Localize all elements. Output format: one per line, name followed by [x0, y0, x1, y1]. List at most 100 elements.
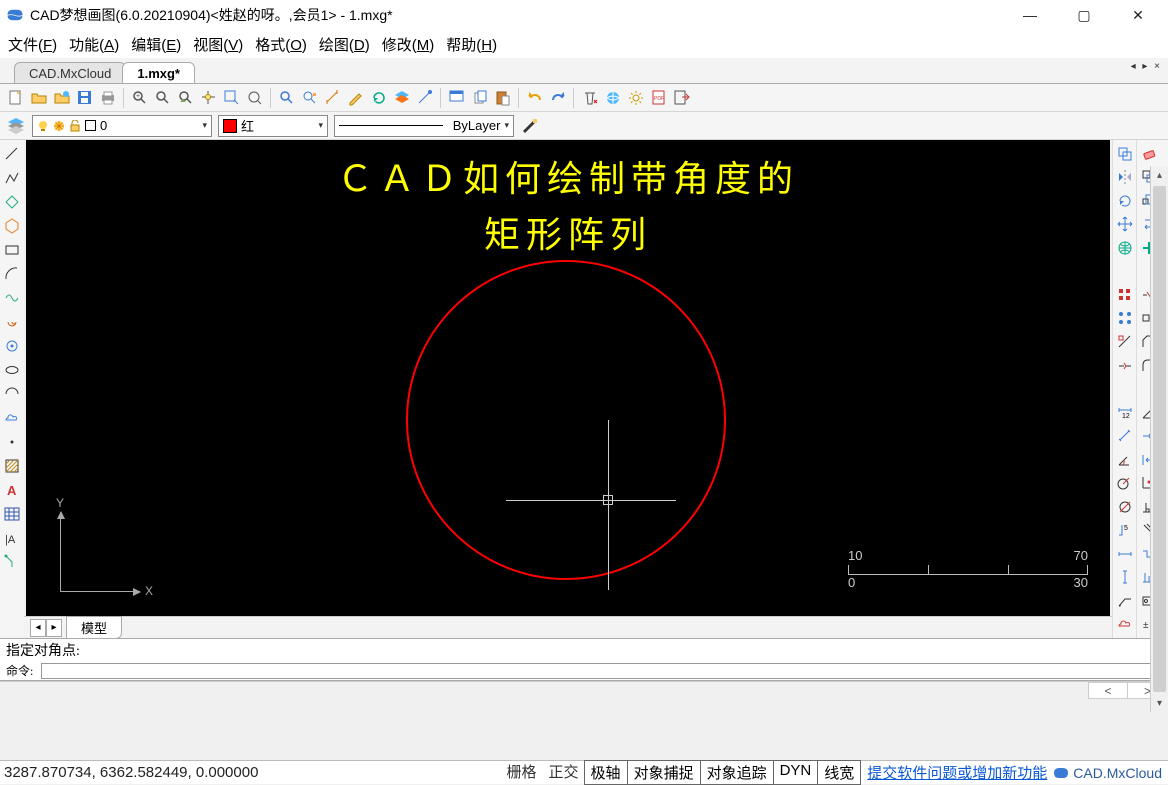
open-icon[interactable] [29, 88, 49, 108]
draw-table-icon[interactable] [2, 504, 22, 524]
mod-align-icon[interactable] [1115, 332, 1135, 352]
mod-dim-rad-icon[interactable] [1115, 473, 1135, 493]
paste-clip-icon[interactable] [493, 88, 513, 108]
model-tab[interactable]: 模型 [66, 616, 122, 639]
mod-split-icon[interactable] [1115, 356, 1135, 376]
drawing-canvas[interactable]: ＣＡＤ如何绘制带角度的 矩形阵列 X Y 1070 030 [26, 140, 1110, 616]
copy-clip-icon[interactable] [470, 88, 490, 108]
zoom-window-icon[interactable]: + [130, 88, 150, 108]
toggle-极轴[interactable]: 极轴 [584, 760, 628, 785]
menu-modify[interactable]: 修改(M) [382, 34, 435, 55]
mod-dim-dia-icon[interactable] [1115, 497, 1135, 517]
maximize-button[interactable]: ▢ [1072, 3, 1096, 27]
toggle-对象捕捉[interactable]: 对象捕捉 [627, 760, 701, 785]
edit-icon[interactable] [346, 88, 366, 108]
toggle-DYN[interactable]: DYN [773, 760, 819, 785]
draw-rectangle-icon[interactable] [2, 240, 22, 260]
menu-help[interactable]: 帮助(H) [446, 34, 497, 55]
globe-icon[interactable] [603, 88, 623, 108]
mod-leader2-icon[interactable] [1115, 591, 1135, 611]
mod-dim-ang-icon[interactable] [1115, 450, 1135, 470]
pdf-export-icon[interactable]: PDF [649, 88, 669, 108]
redo-icon[interactable] [548, 88, 568, 108]
mod-erase-icon[interactable] [1139, 144, 1159, 164]
measure-dist-icon[interactable] [323, 88, 343, 108]
tab-nav-right[interactable]: ▸ [46, 619, 62, 637]
toggle-对象追踪[interactable]: 对象追踪 [700, 760, 774, 785]
draw-spiral-icon[interactable] [2, 312, 22, 332]
menu-file[interactable]: 文件(F) [8, 34, 57, 55]
mod-rotate-icon[interactable] [1115, 191, 1135, 211]
feedback-link[interactable]: 提交软件问题或增加新功能 [861, 762, 1053, 783]
draw-leader-icon[interactable] [2, 552, 22, 572]
pan-icon[interactable] [199, 88, 219, 108]
draw-arc-icon[interactable] [2, 264, 22, 284]
print-icon[interactable] [98, 88, 118, 108]
menu-draw[interactable]: 绘图(D) [319, 34, 370, 55]
new-icon[interactable] [6, 88, 26, 108]
horizontal-scrollbar[interactable]: < > [0, 681, 1168, 699]
draw-polygon-icon[interactable] [2, 192, 22, 212]
scrollbar-thumb[interactable] [1153, 186, 1166, 692]
mod-dim-lin-icon[interactable]: 12 [1115, 403, 1135, 423]
menu-format[interactable]: 格式(O) [255, 34, 307, 55]
scroll-up-icon[interactable]: ▴ [1151, 166, 1168, 184]
menu-edit[interactable]: 编辑(E) [131, 34, 181, 55]
draw-line-icon[interactable] [2, 144, 22, 164]
exit-icon[interactable] [672, 88, 692, 108]
settings-icon[interactable] [626, 88, 646, 108]
menu-view[interactable]: 视图(V) [193, 34, 243, 55]
draw-hexagon-icon[interactable] [2, 216, 22, 236]
tab-scroll-controls[interactable]: ◂ ▸ × [1131, 61, 1162, 72]
toggle-线宽[interactable]: 线宽 [817, 760, 861, 785]
refresh-icon[interactable] [369, 88, 389, 108]
mod-copy-icon[interactable] [1115, 144, 1135, 164]
find-icon[interactable] [277, 88, 297, 108]
command-input[interactable] [41, 663, 1168, 679]
undo-icon[interactable] [525, 88, 545, 108]
draw-wave-icon[interactable] [2, 288, 22, 308]
toggle-正交[interactable]: 正交 [543, 760, 585, 785]
purge-icon[interactable] [580, 88, 600, 108]
brush-icon[interactable] [415, 88, 435, 108]
zoom-all-icon[interactable] [245, 88, 265, 108]
block-window-icon[interactable] [447, 88, 467, 108]
scroll-left-icon[interactable]: < [1088, 682, 1128, 699]
color-select[interactable]: 红 ▾ [218, 115, 328, 137]
mod-mirror-icon[interactable] [1115, 168, 1135, 188]
zoom-previous-icon[interactable] [222, 88, 242, 108]
draw-cloud-icon[interactable] [2, 408, 22, 428]
mod-dim-hor-icon[interactable] [1115, 544, 1135, 564]
draw-circle-filled-icon[interactable] [2, 336, 22, 356]
match-prop-icon[interactable] [520, 116, 540, 136]
vertical-scrollbar[interactable]: ▴ ▾ [1150, 166, 1168, 712]
mod-dim-ver-icon[interactable] [1115, 568, 1135, 588]
zoom-realtime-icon[interactable] [153, 88, 173, 108]
mod-cloud2-icon[interactable] [1115, 615, 1135, 635]
close-button[interactable]: ✕ [1126, 3, 1150, 27]
linetype-select[interactable]: ByLayer ▾ [334, 115, 514, 137]
tab-cad-mxcloud[interactable]: CAD.MxCloud [14, 62, 126, 83]
draw-text-ia-icon[interactable]: |A [2, 528, 22, 548]
draw-polyline-icon[interactable] [2, 168, 22, 188]
draw-arc2-icon[interactable] [2, 384, 22, 404]
minimize-button[interactable]: — [1018, 3, 1042, 27]
mod-global-icon[interactable] [1115, 238, 1135, 258]
mod-dim-ali-icon[interactable] [1115, 426, 1135, 446]
scroll-down-icon[interactable]: ▾ [1151, 694, 1168, 712]
open-cloud-icon[interactable] [52, 88, 72, 108]
tab-1-mxg[interactable]: 1.mxg* [122, 62, 195, 83]
draw-point-icon[interactable] [2, 432, 22, 452]
mod-dim-ord-icon[interactable]: 5 [1115, 521, 1135, 541]
mod-grid-icon[interactable] [1115, 285, 1135, 305]
zoom-extents-icon[interactable] [176, 88, 196, 108]
mod-array-icon[interactable] [1115, 309, 1135, 329]
layer-stack-icon[interactable] [6, 116, 26, 136]
save-icon[interactable] [75, 88, 95, 108]
draw-ellipse-icon[interactable] [2, 360, 22, 380]
draw-text-a-icon[interactable]: A [2, 480, 22, 500]
find-edit-icon[interactable] [300, 88, 320, 108]
menu-func[interactable]: 功能(A) [69, 34, 119, 55]
mod-move-icon[interactable] [1115, 215, 1135, 235]
draw-hatch-icon[interactable] [2, 456, 22, 476]
